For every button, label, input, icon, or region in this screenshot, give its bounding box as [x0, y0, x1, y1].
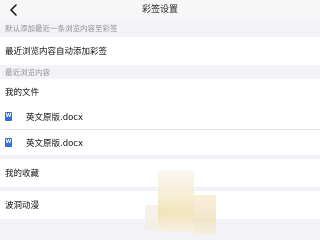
- section-caption-default: 默认添加最近一条浏览内容至彩签: [5, 24, 118, 33]
- my-favorites-label: 我的收藏: [5, 169, 40, 179]
- anime-row[interactable]: 波洞动漫: [0, 191, 320, 219]
- file-item[interactable]: W 英文原版.docx: [0, 130, 320, 155]
- word-doc-icon: W: [5, 112, 12, 121]
- screen: 彩签设置 默认添加最近一条浏览内容至彩签 最近浏览内容自动添加彩签 最近浏览内容…: [0, 0, 320, 240]
- file-item[interactable]: W 英文原版.docx: [0, 104, 320, 129]
- page-title: 彩签设置: [141, 5, 178, 15]
- section-caption-recent: 最近浏览内容: [5, 67, 50, 77]
- word-doc-icon: W: [5, 138, 12, 147]
- group-my-files: 我的文件: [0, 79, 320, 104]
- navigation-bar: 彩签设置: [0, 0, 320, 20]
- auto-add-setting-row[interactable]: 最近浏览内容自动添加彩签: [0, 37, 320, 65]
- group-my-files-label: 我的文件: [5, 87, 40, 98]
- file-item-name: 英文原版.docx: [26, 138, 84, 149]
- my-favorites-row[interactable]: 我的收藏: [0, 159, 320, 187]
- anime-label: 波洞动漫: [5, 201, 40, 211]
- file-item-name: 英文原版.docx: [26, 112, 84, 123]
- auto-add-setting-label: 最近浏览内容自动添加彩签: [5, 47, 108, 57]
